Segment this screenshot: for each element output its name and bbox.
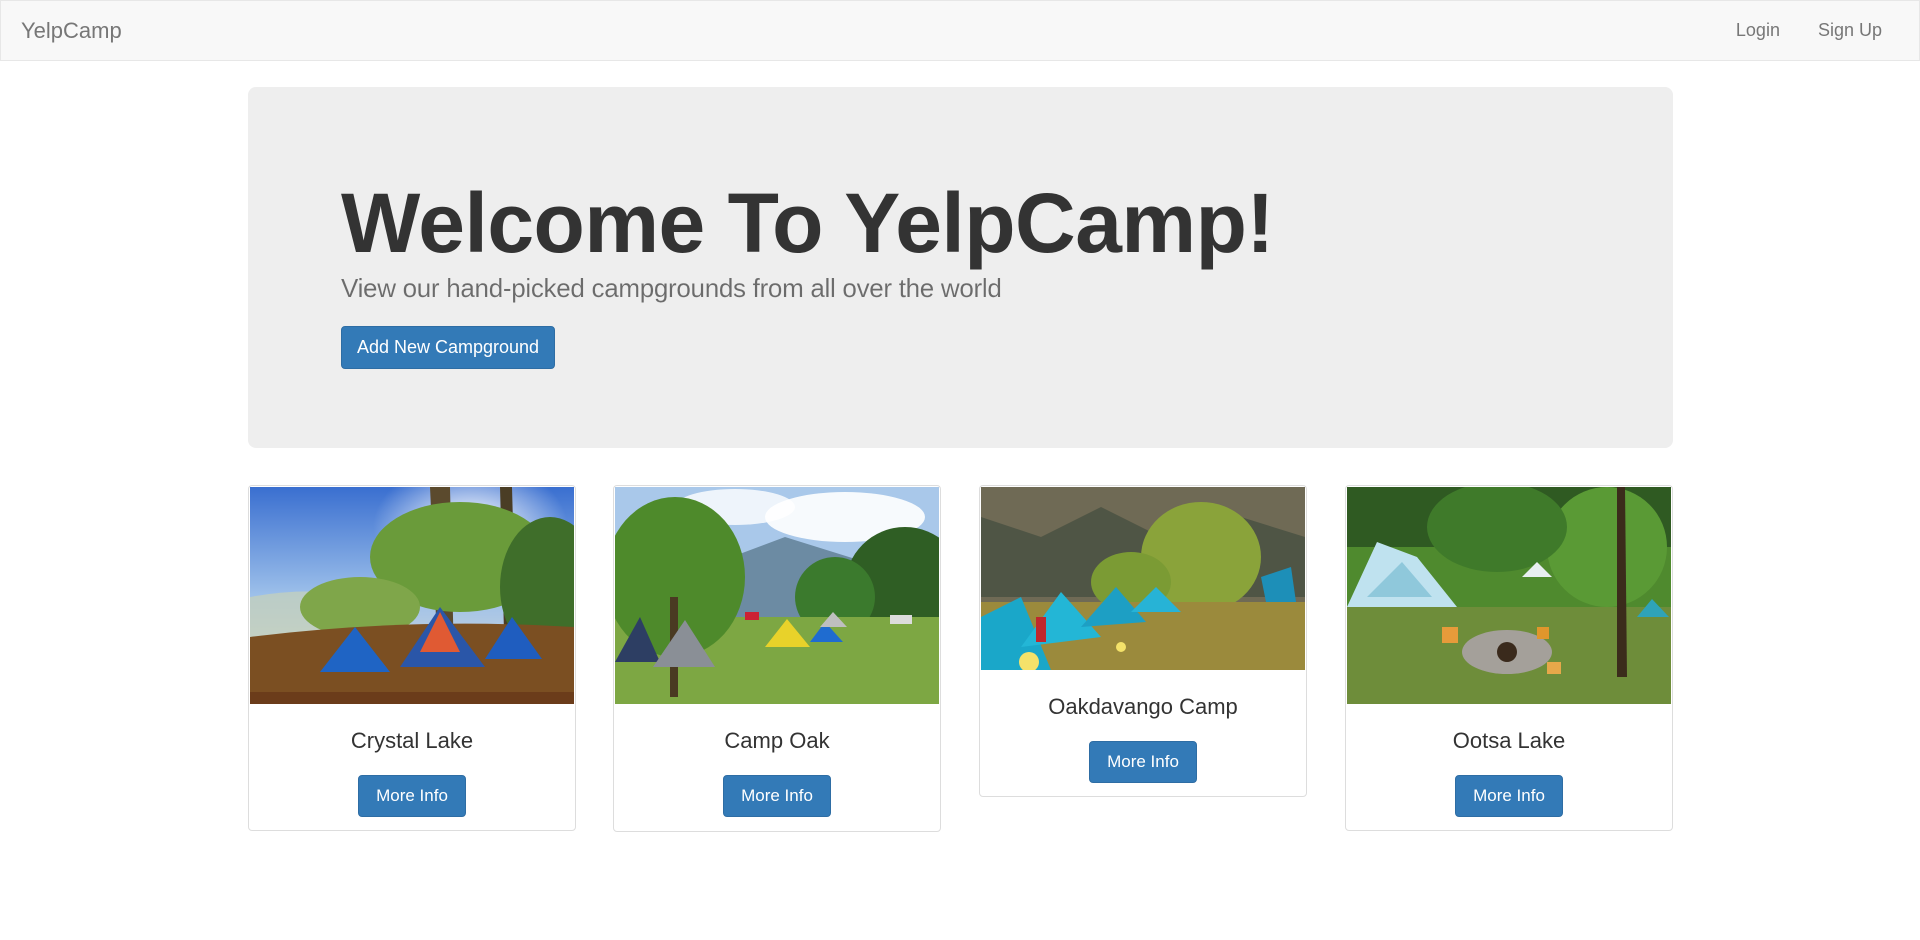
navbar: YelpCamp Login Sign Up <box>0 0 1920 61</box>
campground-image <box>615 487 939 704</box>
campground-image <box>981 487 1305 670</box>
more-info-button[interactable]: More Info <box>1089 741 1197 783</box>
more-info-button[interactable]: More Info <box>723 775 831 817</box>
hero-title: Welcome To YelpCamp! <box>341 176 1274 270</box>
campground-name: Camp Oak <box>724 728 830 753</box>
campground-name: Crystal Lake <box>350 728 474 753</box>
campground-card: Ootsa Lake More Info <box>1345 485 1673 831</box>
hero-subtitle: View our hand-picked campgrounds from al… <box>341 273 1002 303</box>
campground-card: Camp Oak More Info <box>613 485 941 832</box>
signup-link[interactable]: Sign Up <box>1799 20 1901 41</box>
more-info-button[interactable]: More Info <box>1455 775 1563 817</box>
campground-grid: Crystal Lake More Info Camp Oak More Inf… <box>248 485 1673 832</box>
campground-image <box>250 487 574 704</box>
brand-link[interactable]: YelpCamp <box>21 18 122 44</box>
campground-name: Ootsa Lake <box>1452 728 1566 753</box>
jumbotron: Welcome To YelpCamp! View our hand-picke… <box>248 87 1673 448</box>
campground-card: Oakdavango Camp More Info <box>979 485 1307 797</box>
campground-image <box>1347 487 1671 704</box>
add-campground-button[interactable]: Add New Campground <box>341 326 555 369</box>
campground-card: Crystal Lake More Info <box>248 485 576 831</box>
login-link[interactable]: Login <box>1717 20 1799 41</box>
nav-right: Login Sign Up <box>1717 20 1901 41</box>
more-info-button[interactable]: More Info <box>358 775 466 817</box>
campground-name: Oakdavango Camp <box>1048 694 1238 719</box>
